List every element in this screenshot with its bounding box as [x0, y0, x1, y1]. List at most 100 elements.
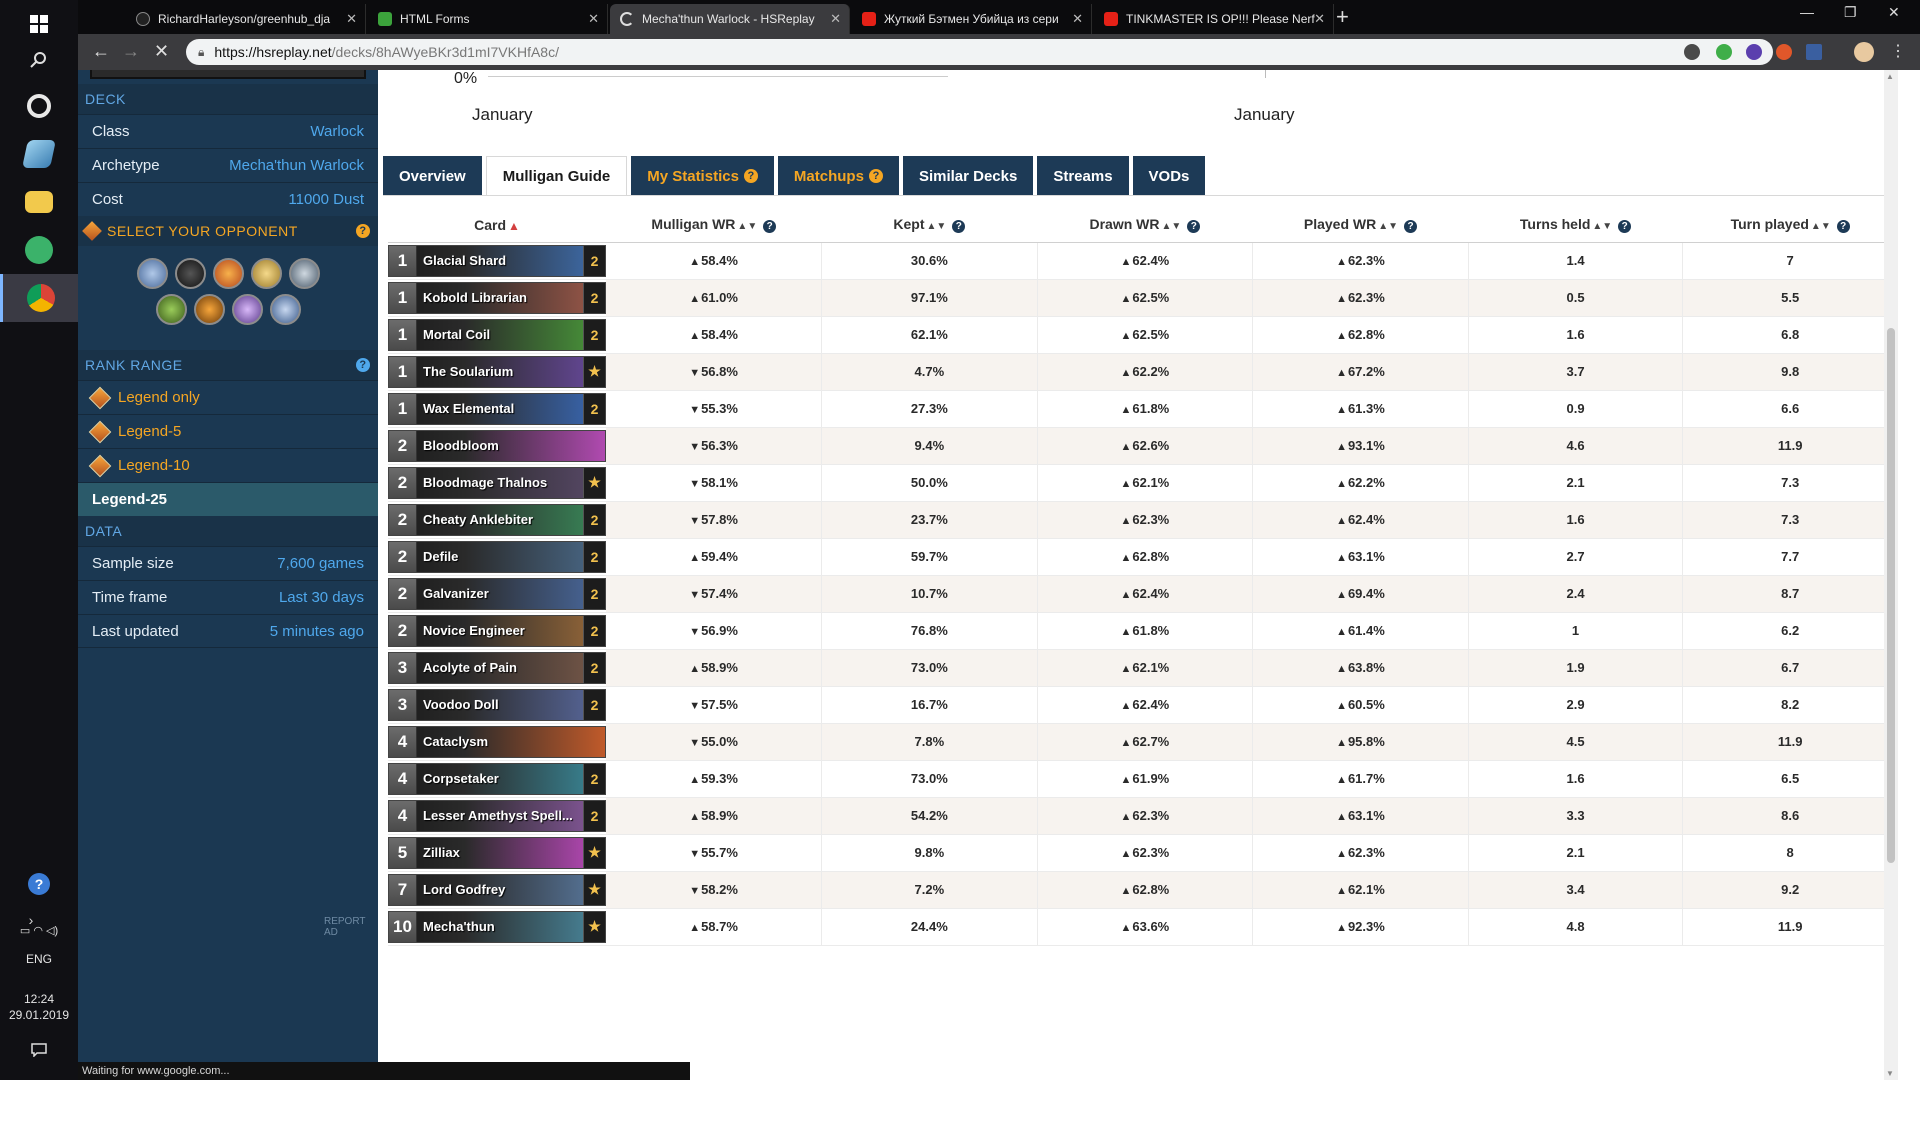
sort-icon[interactable]: ▲▼: [1592, 221, 1612, 232]
help-icon[interactable]: ?: [763, 220, 777, 234]
class-paladin-icon[interactable]: [250, 258, 282, 289]
minimize-button[interactable]: —: [1800, 4, 1814, 20]
class-warlock-icon[interactable]: [269, 294, 301, 325]
clock-date[interactable]: 29.01.2019: [0, 1008, 78, 1022]
card-tile[interactable]: 1 Mortal Coil 2: [388, 318, 606, 351]
browser-tab-4[interactable]: TINKMASTER IS OP!!! Please Nerf ✕: [1094, 4, 1334, 34]
class-shaman-icon[interactable]: [193, 294, 225, 325]
help-icon[interactable]: ?: [868, 169, 883, 183]
clock-time[interactable]: 12:24: [0, 992, 78, 1006]
column-header-mulligan-wr[interactable]: Mulligan WR ▲▼?: [606, 208, 822, 243]
close-tab-icon[interactable]: ✕: [1072, 11, 1083, 27]
extension-icon[interactable]: [1806, 44, 1822, 60]
tab-similar-decks[interactable]: Similar Decks: [902, 156, 1034, 196]
tab-my-statistics[interactable]: My Statistics?: [631, 156, 774, 196]
address-bar[interactable]: 🔒︎ https://hsreplay.net/decks/8hAWyeBKr3…: [186, 39, 1773, 65]
close-window-button[interactable]: ✕: [1888, 4, 1900, 21]
help-icon[interactable]: ?: [356, 358, 370, 372]
extension-icon[interactable]: [1746, 44, 1762, 60]
card-tile[interactable]: 1 Glacial Shard 2: [388, 244, 606, 277]
card-tile[interactable]: 1 The Soularium ★: [388, 355, 606, 388]
card-tile[interactable]: 4 Cataclysm: [388, 725, 606, 758]
help-icon[interactable]: ?: [743, 169, 758, 183]
rank-option-legend-25[interactable]: Legend-25: [78, 482, 378, 516]
sort-icon[interactable]: ▲▼: [1161, 221, 1181, 232]
column-header-card[interactable]: Card ▲: [388, 208, 606, 243]
class-hunter-icon[interactable]: [155, 294, 187, 325]
new-tab-button[interactable]: +: [1336, 4, 1349, 30]
close-tab-icon[interactable]: ✕: [346, 11, 357, 27]
card-tile[interactable]: 1 Kobold Librarian 2: [388, 281, 606, 314]
class-druid-icon[interactable]: [136, 258, 168, 289]
forward-arrow-icon[interactable]: →: [122, 41, 140, 62]
browser-tab-1[interactable]: HTML Forms ✕: [368, 4, 608, 34]
card-tile[interactable]: 2 Bloodmage Thalnos ★: [388, 466, 606, 499]
rank-option-legend-10[interactable]: Legend-10: [78, 448, 378, 482]
taskbar-app-chrome[interactable]: [0, 274, 78, 322]
help-icon[interactable]: ?: [952, 220, 966, 234]
scrollbar-thumb[interactable]: [1887, 328, 1895, 863]
class-warrior-icon[interactable]: [288, 258, 320, 289]
tab-mulligan-guide[interactable]: Mulligan Guide: [485, 156, 628, 196]
card-tile[interactable]: 3 Acolyte of Pain 2: [388, 651, 606, 684]
stop-loading-icon[interactable]: ✕: [154, 41, 169, 62]
extension-icon[interactable]: [1776, 44, 1792, 60]
close-tab-icon[interactable]: ✕: [830, 11, 841, 27]
restore-button[interactable]: ❐: [1844, 4, 1857, 21]
taskbar-app-cortana[interactable]: [0, 82, 78, 130]
menu-kebab-icon[interactable]: ⋮: [1890, 41, 1906, 61]
class-priest-icon[interactable]: [231, 294, 263, 325]
tab-vods[interactable]: VODs: [1132, 156, 1206, 196]
back-arrow-icon[interactable]: ←: [92, 41, 110, 62]
sort-icon[interactable]: ▲▼: [1378, 221, 1398, 232]
sort-icon[interactable]: ▲▼: [737, 221, 757, 232]
browser-tab-3[interactable]: Жуткий Бэтмен Убийца из сери ✕: [852, 4, 1092, 34]
extension-icon[interactable]: [1716, 44, 1732, 60]
close-tab-icon[interactable]: ✕: [1314, 11, 1325, 27]
scroll-down-icon[interactable]: ▼: [1886, 1069, 1894, 1078]
browser-tab-2[interactable]: Mecha'thun Warlock - HSReplay ✕: [610, 4, 850, 34]
column-header-turn-played[interactable]: Turn played ▲▼?: [1682, 208, 1898, 243]
page-scrollbar[interactable]: ▲ ▼: [1884, 70, 1898, 1080]
help-icon[interactable]: ?: [1836, 220, 1850, 234]
column-header-kept[interactable]: Kept ▲▼?: [821, 208, 1038, 243]
browser-tab-0[interactable]: RichardHarleyson/greenhub_dja ✕: [126, 4, 366, 34]
taskbar-app-explorer[interactable]: [0, 178, 78, 226]
card-tile[interactable]: 7 Lord Godfrey ★: [388, 873, 606, 906]
sort-ascending-icon[interactable]: ▲: [508, 219, 520, 233]
tab-overview[interactable]: Overview: [383, 156, 482, 196]
card-tile[interactable]: 2 Galvanizer 2: [388, 577, 606, 610]
close-tab-icon[interactable]: ✕: [588, 11, 599, 27]
tab-streams[interactable]: Streams: [1037, 156, 1129, 196]
card-tile[interactable]: 2 Defile 2: [388, 540, 606, 573]
help-icon[interactable]: ?: [1404, 220, 1418, 234]
tray-icons[interactable]: ▭ ◠ ◁): [0, 924, 78, 937]
card-tile[interactable]: 10 Mecha'thun ★: [388, 910, 606, 943]
card-tile[interactable]: 5 Zilliax ★: [388, 836, 606, 869]
taskbar-app-notebook[interactable]: [0, 130, 78, 178]
card-tile[interactable]: 1 Wax Elemental 2: [388, 392, 606, 425]
report-ad-link[interactable]: REPORT AD: [324, 916, 378, 938]
column-header-played-wr[interactable]: Played WR ▲▼?: [1252, 208, 1469, 243]
card-tile[interactable]: 4 Corpsetaker 2: [388, 762, 606, 795]
extension-icon[interactable]: [1684, 44, 1700, 60]
card-tile[interactable]: 2 Bloodbloom: [388, 429, 606, 462]
taskbar-app-green[interactable]: [0, 226, 78, 274]
class-mage-icon[interactable]: [212, 258, 244, 289]
sort-icon[interactable]: ▲▼: [927, 221, 947, 232]
rank-option-legend-5[interactable]: Legend-5: [78, 414, 378, 448]
help-icon[interactable]: ?: [356, 224, 370, 238]
card-tile[interactable]: 4 Lesser Amethyst Spell... 2: [388, 799, 606, 832]
scroll-up-icon[interactable]: ▲: [1886, 72, 1894, 81]
class-rogue-icon[interactable]: [174, 258, 206, 289]
column-header-turns-held[interactable]: Turns held ▲▼?: [1468, 208, 1683, 243]
sort-icon[interactable]: ▲▼: [1811, 221, 1831, 232]
tab-matchups[interactable]: Matchups?: [777, 156, 899, 196]
column-header-drawn-wr[interactable]: Drawn WR ▲▼?: [1037, 208, 1253, 243]
profile-avatar[interactable]: [1854, 42, 1874, 62]
help-icon[interactable]: ?: [1187, 220, 1201, 234]
language-indicator[interactable]: ENG: [0, 952, 78, 966]
card-tile[interactable]: 2 Novice Engineer 2: [388, 614, 606, 647]
rank-option-legend-only[interactable]: Legend only: [78, 380, 378, 414]
card-tile[interactable]: 2 Cheaty Anklebiter 2: [388, 503, 606, 536]
